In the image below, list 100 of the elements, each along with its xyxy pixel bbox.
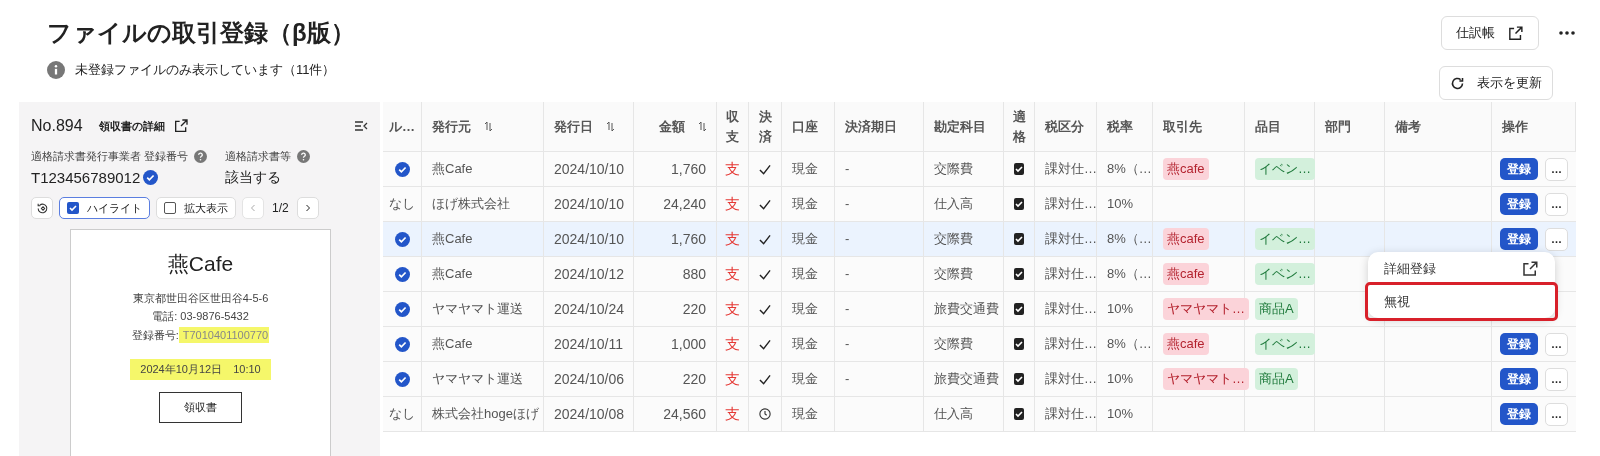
page-indicator: 1/2 [272, 200, 289, 217]
table-cell: ヤマヤマト運送 [422, 362, 544, 396]
item-tag: 商品A [1255, 368, 1298, 390]
table-cell: 2024/10/12 [544, 257, 634, 291]
table-cell: 交際費 [924, 152, 1004, 186]
column-header: 適格 [1004, 102, 1035, 151]
item-tag: 商品A [1255, 298, 1298, 320]
table-cell: 10% [1097, 397, 1153, 431]
column-header: 収支 [717, 102, 749, 151]
table-cell: 現金 [782, 222, 835, 256]
table-cell: 現金 [782, 397, 835, 431]
table-cell: 支 [717, 397, 749, 431]
partner-tag: 燕cafe [1163, 158, 1209, 180]
table-cell: 支 [717, 292, 749, 326]
table-cell: 現金 [782, 152, 835, 186]
table-cell: 220 [634, 362, 717, 396]
partner-tag: ヤマヤマト… [1163, 368, 1249, 390]
table-cell: 2024/10/11 [544, 327, 634, 361]
partner-tag: 燕cafe [1163, 333, 1209, 355]
table-cell: 8%（… [1097, 327, 1153, 361]
partner-tag: 燕cafe [1163, 228, 1209, 250]
table-cell: 8%（… [1097, 222, 1153, 256]
item-tag: イベン… [1255, 263, 1315, 285]
table-cell: 支 [717, 362, 749, 396]
table-cell: 燕Cafe [422, 222, 544, 256]
column-header: 品目 [1245, 102, 1315, 151]
table-cell: - [835, 362, 924, 396]
table-cell: 1,760 [634, 222, 717, 256]
info-text: 未登録ファイルのみ表示しています（11件） [75, 61, 336, 79]
column-header: 備考 [1385, 102, 1492, 151]
table-cell: - [835, 152, 924, 186]
table-cell: 交際費 [924, 327, 1004, 361]
table-cell: 10% [1097, 187, 1153, 221]
rule-text: なし [389, 405, 415, 424]
receipt-datetime: 2024年10月12日 10:10 [130, 359, 271, 380]
table-cell: 旅費交通費 [924, 362, 1004, 396]
table-cell: - [835, 327, 924, 361]
item-tag: イベン… [1255, 158, 1315, 180]
table-cell: 燕Cafe [422, 152, 544, 186]
column-header: 決済 [749, 102, 782, 151]
receipt-stamp: 領収書 [159, 391, 242, 423]
table-cell: ヤマヤマト運送 [422, 292, 544, 326]
table-cell: - [835, 222, 924, 256]
table-cell: 24,560 [634, 397, 717, 431]
column-header: 部門 [1315, 102, 1385, 151]
table-cell: 2024/10/10 [544, 187, 634, 221]
rule-text: なし [389, 195, 415, 214]
table-cell: 2024/10/08 [544, 397, 634, 431]
table-cell: ほげ株式会社 [422, 187, 544, 221]
column-header: 口座 [782, 102, 835, 151]
table-cell: 課対仕… [1035, 292, 1097, 326]
shop-name: 燕Cafe [167, 251, 234, 277]
table-cell: 燕Cafe [422, 257, 544, 291]
field-label: 適格請求書発行事業者 登録番号 [31, 149, 189, 164]
item-tag: イベン… [1255, 228, 1315, 250]
phone: 電話: 03-9876-5432 [152, 309, 249, 324]
table-cell: 2024/10/10 [544, 222, 634, 256]
table-cell: 課対仕… [1035, 187, 1097, 221]
column-header: 発行日 [544, 102, 634, 151]
table-cell: 現金 [782, 292, 835, 326]
column-header: 決済期日 [835, 102, 924, 151]
table-cell: 課対仕… [1035, 257, 1097, 291]
partner-tag: ヤマヤマト… [1163, 298, 1249, 320]
table-cell: 2024/10/24 [544, 292, 634, 326]
table-cell: 課対仕… [1035, 362, 1097, 396]
table-cell: - [835, 257, 924, 291]
table-cell: 仕入高 [924, 397, 1004, 431]
table-cell: 10% [1097, 362, 1153, 396]
invoice-status: 該当する [225, 167, 283, 187]
table-cell: 1,000 [634, 327, 717, 361]
column-header: ル… [383, 102, 422, 151]
registration-number: T7010401100770 [178, 326, 270, 343]
table-cell: 交際費 [924, 257, 1004, 291]
column-header: 操作 [1492, 102, 1576, 151]
table-cell: 課対仕… [1035, 152, 1097, 186]
column-header: 勘定科目 [924, 102, 1004, 151]
registration-label: 登録番号: [131, 327, 179, 343]
page-title: ファイルの取引登録（β版） [47, 18, 355, 48]
table-cell: 燕Cafe [422, 327, 544, 361]
column-header: 税区分 [1035, 102, 1097, 151]
table-cell: - [835, 292, 924, 326]
table-cell: 支 [717, 222, 749, 256]
table-cell: 8%（… [1097, 152, 1153, 186]
registration-number: T123456789012 [31, 167, 141, 188]
table-cell: 現金 [782, 257, 835, 291]
table-cell: 10% [1097, 292, 1153, 326]
table-cell: 880 [634, 257, 717, 291]
table-cell: 支 [717, 257, 749, 291]
table-cell: 課対仕… [1035, 327, 1097, 361]
column-header: 取引先 [1153, 102, 1245, 151]
table-cell: 2024/10/10 [544, 152, 634, 186]
receipt-number: No.894 [31, 116, 83, 136]
table-cell: 交際費 [924, 222, 1004, 256]
table-cell: 仕入高 [924, 187, 1004, 221]
table-cell: 課対仕… [1035, 222, 1097, 256]
table-cell: 24,240 [634, 187, 717, 221]
table-cell: 1,760 [634, 152, 717, 186]
partner-tag: 燕cafe [1163, 263, 1209, 285]
column-header: 税率 [1097, 102, 1153, 151]
table-cell: 株式会社hogeほげ [422, 397, 544, 431]
